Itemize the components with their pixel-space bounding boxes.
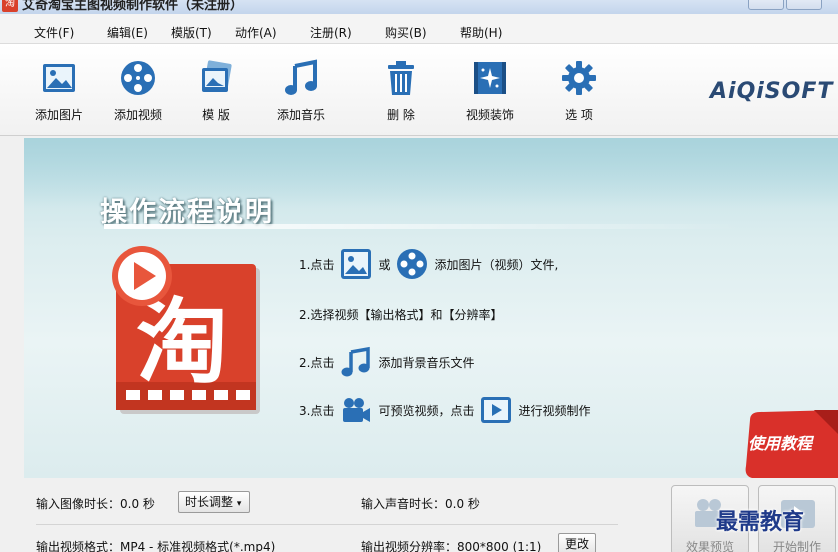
video-decoration-label: 视频装饰 — [465, 108, 514, 122]
divider — [36, 524, 618, 525]
menu-template[interactable]: 模版(T) — [171, 24, 212, 41]
add-video-label: 添加视频 — [113, 108, 162, 122]
audio-duration-label: 输入声音时长：0.0 秒 — [361, 497, 480, 511]
video-camera-icon — [343, 398, 371, 422]
gear-icon — [562, 61, 596, 95]
add-music-button[interactable]: 添加音乐 — [266, 58, 336, 123]
film-reel-icon — [397, 249, 428, 279]
tutorial-label[interactable]: 使用教程 — [748, 430, 812, 454]
sparkle-film-icon — [474, 62, 506, 94]
change-resolution-button[interactable]: 更改 — [558, 533, 596, 552]
add-music-label: 添加音乐 — [276, 108, 325, 122]
duration-adjust-dropdown[interactable]: 时长调整 ▾ — [178, 491, 250, 513]
app-icon: 淘 — [2, 0, 18, 12]
minimize-button[interactable] — [748, 0, 784, 10]
template-label: 模 版 — [202, 108, 230, 122]
step-4: 3.点击 可预览视频，点击 进行视频制作 — [299, 394, 590, 426]
template-button[interactable]: 模 版 — [181, 58, 251, 123]
add-image-button[interactable]: 添加图片 — [24, 58, 94, 123]
trash-icon — [388, 61, 414, 95]
brand-logo: AiQiSOFT — [710, 79, 834, 104]
instruction-banner: 操作流程说明 淘 1.点击 或 添加图片（视频）文件, 2.选择视频【输出格式】… — [24, 138, 838, 478]
start-label: 开始制作 — [772, 540, 821, 552]
delete-label: 删 除 — [387, 108, 415, 122]
menu-help[interactable]: 帮助(H) — [460, 24, 502, 41]
image-icon — [43, 64, 75, 92]
chevron-down-icon: ▾ — [236, 499, 242, 509]
svg-text:淘: 淘 — [136, 289, 228, 396]
menu-bar: 文件(F) 编辑(E) 模版(T) 动作(A) 注册(R) 购买(B) 帮助(H… — [0, 14, 838, 44]
maximize-button[interactable] — [786, 0, 822, 10]
image-icon — [341, 249, 372, 279]
play-icon — [481, 397, 512, 423]
options-label: 选 项 — [565, 108, 593, 122]
output-resolution-label: 输出视频分辨率：800*800 (1:1) — [361, 540, 542, 552]
menu-action[interactable]: 动作(A) — [235, 24, 277, 41]
image-duration-label: 输入图像时长：0.0 秒 — [36, 497, 155, 511]
toolbar: 添加图片 添加视频 模 版 添加音乐 删 除 视频装饰 选 项 AiQiSOFT — [0, 44, 838, 136]
watermark: 最需教育 — [716, 509, 805, 535]
video-decoration-button[interactable]: 视频装饰 — [455, 58, 525, 123]
add-video-button[interactable]: 添加视频 — [103, 58, 173, 123]
step-2: 2.选择视频【输出格式】和【分辨率】 — [299, 307, 503, 322]
film-reel-icon — [121, 61, 155, 95]
template-icon — [202, 60, 232, 92]
add-image-label: 添加图片 — [34, 108, 83, 122]
taobao-video-logo: 淘 — [112, 246, 260, 414]
step-1: 1.点击 或 添加图片（视频）文件, — [299, 248, 558, 280]
window-title: 艾奇淘宝主图视频制作软件（未注册） — [22, 0, 244, 13]
menu-buy[interactable]: 购买(B) — [385, 24, 427, 41]
music-note-icon — [285, 59, 317, 95]
duration-adjust-label: 时长调整 — [185, 495, 234, 509]
menu-register[interactable]: 注册(R) — [310, 24, 352, 41]
music-note-icon — [341, 346, 371, 377]
step-3: 2.点击 添加背景音乐文件 — [299, 346, 474, 378]
menu-file[interactable]: 文件(F) — [34, 24, 74, 41]
title-bar: 淘 艾奇淘宝主图视频制作软件（未注册） — [0, 0, 838, 14]
title-underline — [104, 224, 744, 229]
delete-button[interactable]: 删 除 — [366, 58, 436, 123]
preview-label: 效果预览 — [685, 540, 734, 552]
menu-edit[interactable]: 编辑(E) — [107, 24, 148, 41]
output-format-label: 输出视频格式：MP4 - 标准视频格式(*.mp4) — [36, 540, 276, 552]
options-button[interactable]: 选 项 — [544, 58, 614, 123]
